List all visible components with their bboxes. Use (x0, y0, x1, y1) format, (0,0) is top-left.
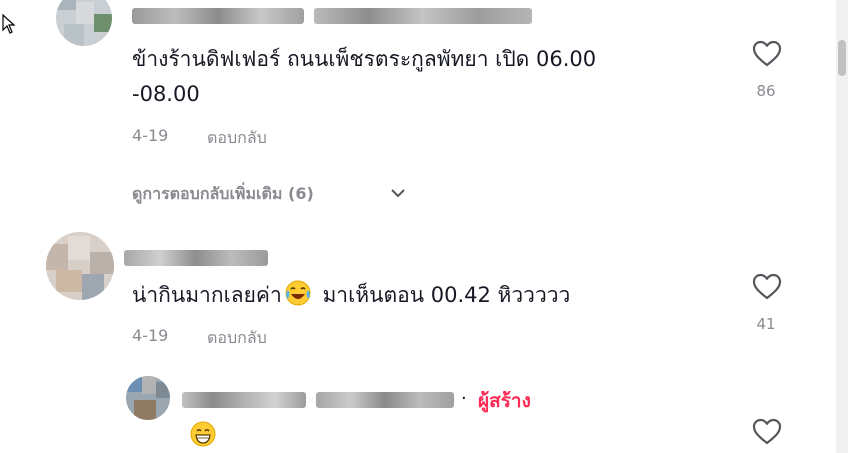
grinning-emoji-icon (190, 421, 216, 447)
view-more-replies-label[interactable]: ดูการตอบกลับเพิ่มเติม (6) (132, 182, 314, 207)
separator-dot: · (461, 388, 467, 409)
scrollbar[interactable] (836, 0, 848, 453)
comment-date: 4-19 (132, 126, 169, 145)
comment-text-continued: -08.00 (132, 82, 200, 106)
reply-button[interactable]: ตอบกลับ (207, 326, 267, 351)
laughing-emoji-icon (285, 280, 311, 306)
reply-button[interactable]: ตอบกลับ (207, 126, 267, 151)
scrollbar-thumb[interactable] (838, 40, 846, 76)
heart-icon[interactable] (752, 273, 782, 301)
avatar[interactable] (126, 376, 170, 420)
creator-badge: ผู้สร้าง (478, 390, 531, 412)
comment-text-part: มาเห็นตอน 00.42 หิววววว (315, 283, 571, 307)
username-blurred[interactable] (182, 392, 306, 408)
username-blurred[interactable] (316, 392, 454, 408)
avatar[interactable] (46, 232, 114, 300)
username-blurred[interactable] (132, 8, 304, 24)
comment-text: น่ากินมากเลยค่า มาเห็นตอน 00.42 หิววววว (132, 278, 570, 312)
chevron-down-icon[interactable] (390, 186, 406, 200)
avatar[interactable] (56, 0, 112, 46)
comment-text: ข้างร้านดิฟเฟอร์ ถนนเพ็ชรตระกูลพัทยา เปิ… (132, 47, 597, 71)
comment-date: 4-19 (132, 326, 169, 345)
cursor-icon (2, 14, 16, 34)
username-blurred[interactable] (124, 250, 268, 266)
like-count: 41 (756, 315, 776, 333)
heart-icon[interactable] (752, 40, 782, 68)
username-blurred[interactable] (314, 8, 532, 24)
heart-icon[interactable] (752, 418, 782, 446)
comment-text-part: น่ากินมากเลยค่า (132, 283, 282, 307)
like-count: 86 (756, 82, 776, 100)
